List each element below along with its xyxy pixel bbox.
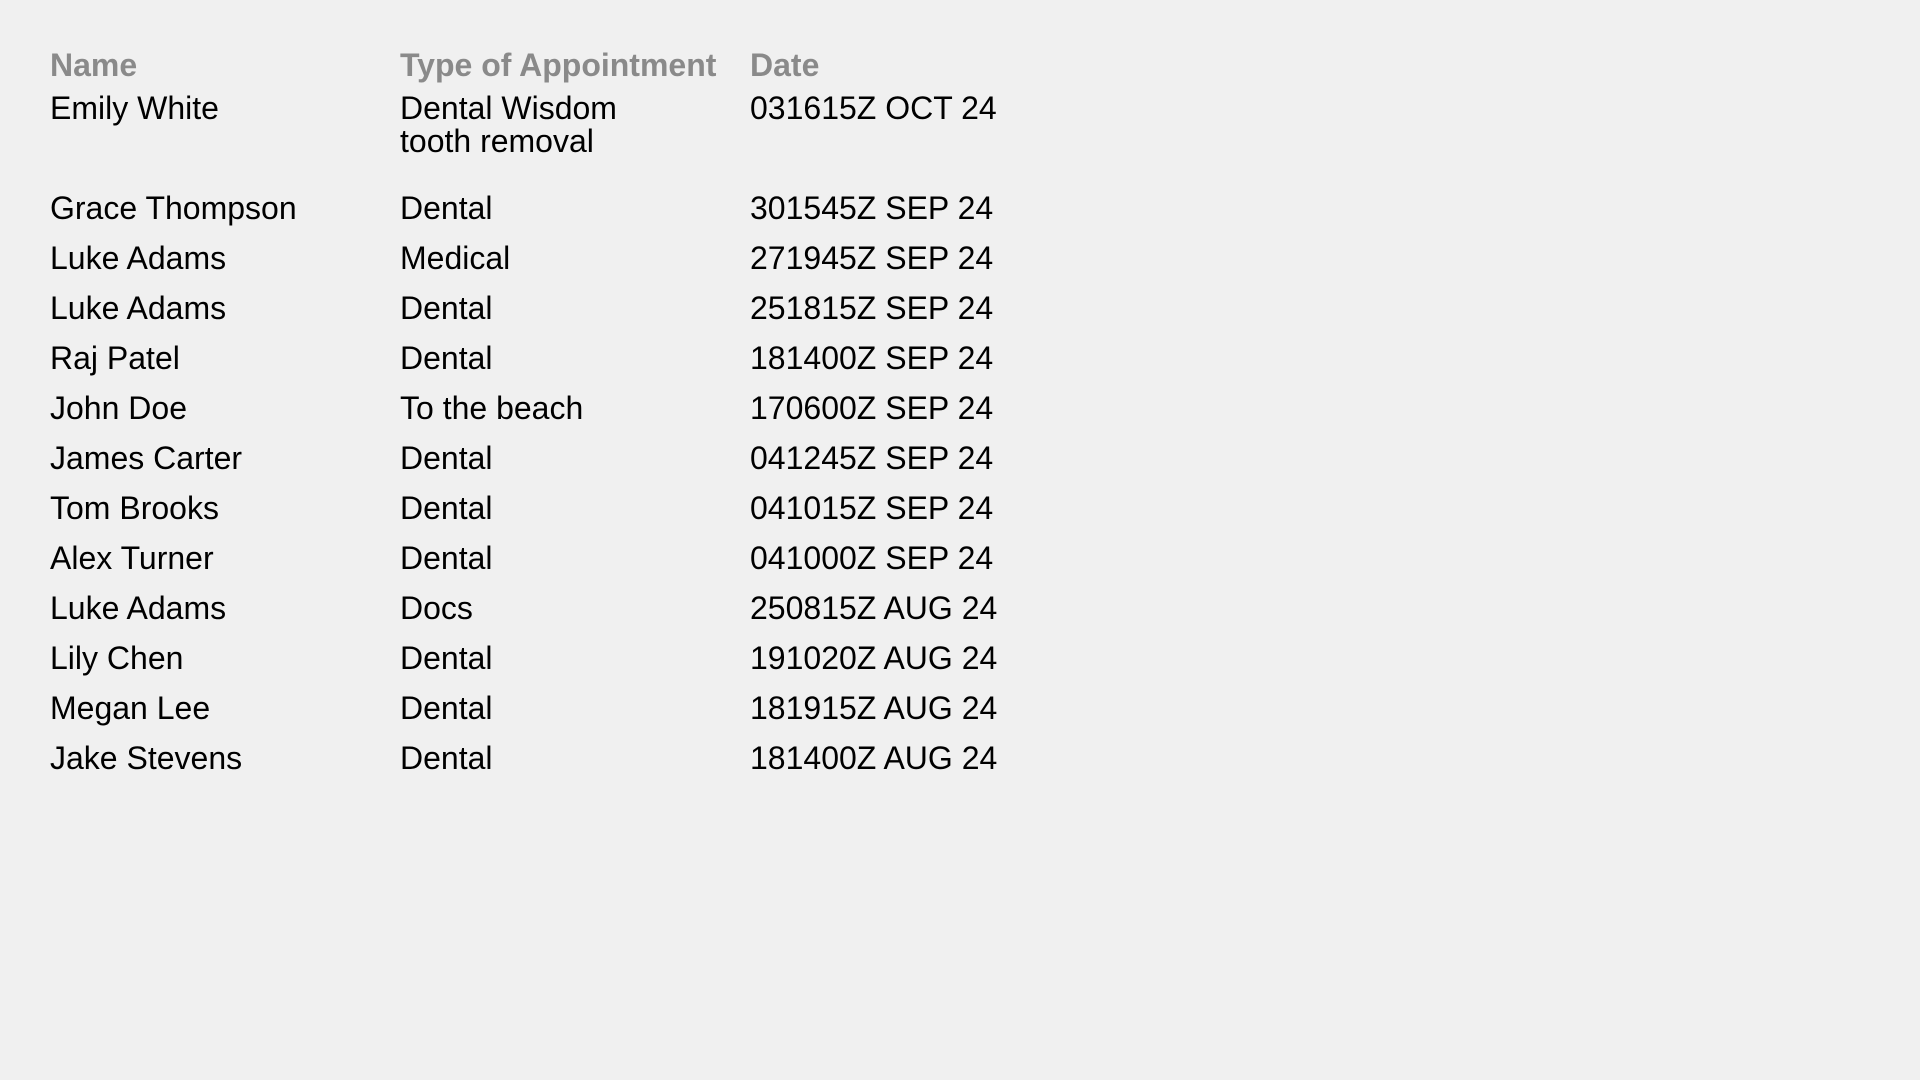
table-header-row: Name Type of Appointment Date: [50, 44, 1070, 92]
table-row[interactable]: Lily Chen Dental 191020Z AUG 24: [50, 642, 1070, 692]
cell-date: 251815Z SEP 24: [750, 290, 994, 326]
column-header-type[interactable]: Type of Appointment: [400, 44, 750, 92]
table-row[interactable]: Luke Adams Medical 271945Z SEP 24: [50, 242, 1070, 292]
table-row[interactable]: Emily White Dental Wisdom tooth removal …: [50, 92, 1070, 192]
cell-date: 301545Z SEP 24: [750, 190, 994, 226]
table-row[interactable]: Megan Lee Dental 181915Z AUG 24: [50, 692, 1070, 742]
cell-name: Grace Thompson: [50, 190, 297, 226]
cell-date: 041245Z SEP 24: [750, 440, 994, 476]
cell-date: 041000Z SEP 24: [750, 540, 994, 576]
cell-date: 181400Z SEP 24: [750, 340, 994, 376]
cell-type: Dental: [400, 690, 493, 726]
cell-name: Luke Adams: [50, 590, 227, 626]
cell-date: 031615Z OCT 24: [750, 90, 997, 126]
cell-date: 250815Z AUG 24: [750, 590, 998, 626]
cell-name: Emily White: [50, 90, 219, 126]
cell-date: 181915Z AUG 24: [750, 690, 998, 726]
cell-type: Dental: [400, 640, 493, 676]
cell-type-text: Dental Wisdom tooth removal: [400, 90, 617, 159]
cell-name: Luke Adams: [50, 240, 227, 276]
table-row[interactable]: Raj Patel Dental 181400Z SEP 24: [50, 342, 1070, 392]
table-row[interactable]: Alex Turner Dental 041000Z SEP 24: [50, 542, 1070, 592]
cell-date: 041015Z SEP 24: [750, 490, 994, 526]
cell-date: 271945Z SEP 24: [750, 240, 994, 276]
cell-date: 181400Z AUG 24: [750, 740, 998, 776]
cell-name: Raj Patel: [50, 340, 180, 376]
table-row[interactable]: Tom Brooks Dental 041015Z SEP 24: [50, 492, 1070, 542]
cell-name: Tom Brooks: [50, 490, 219, 526]
cell-name: Alex Turner: [50, 540, 214, 576]
cell-type: Medical: [400, 240, 511, 276]
appointments-table: Name Type of Appointment Date Emily Whit…: [50, 44, 1070, 792]
column-header-date[interactable]: Date: [750, 44, 1070, 92]
cell-name: John Doe: [50, 390, 187, 426]
cell-date: 191020Z AUG 24: [750, 640, 998, 676]
cell-name: Lily Chen: [50, 640, 184, 676]
table-row[interactable]: Jake Stevens Dental 181400Z AUG 24: [50, 742, 1070, 792]
cell-type: Dental: [400, 340, 493, 376]
table-row[interactable]: Luke Adams Docs 250815Z AUG 24: [50, 592, 1070, 642]
cell-name: Megan Lee: [50, 690, 211, 726]
cell-type: Dental Wisdom tooth removal: [400, 92, 750, 192]
cell-type: Dental: [400, 490, 493, 526]
table-row[interactable]: Grace Thompson Dental 301545Z SEP 24: [50, 192, 1070, 242]
table-row[interactable]: James Carter Dental 041245Z SEP 24: [50, 442, 1070, 492]
cell-name: James Carter: [50, 440, 243, 476]
cell-type: Dental: [400, 290, 493, 326]
cell-type: Dental: [400, 190, 493, 226]
cell-type: Dental: [400, 440, 493, 476]
cell-type: Dental: [400, 540, 493, 576]
cell-date: 170600Z SEP 24: [750, 390, 994, 426]
cell-name: Jake Stevens: [50, 740, 243, 776]
cell-type: Docs: [400, 590, 473, 626]
column-header-name[interactable]: Name: [50, 44, 400, 92]
cell-type: To the beach: [400, 390, 584, 426]
cell-type: Dental: [400, 740, 493, 776]
cell-name: Luke Adams: [50, 290, 227, 326]
table-row[interactable]: Luke Adams Dental 251815Z SEP 24: [50, 292, 1070, 342]
table-row[interactable]: John Doe To the beach 170600Z SEP 24: [50, 392, 1070, 442]
